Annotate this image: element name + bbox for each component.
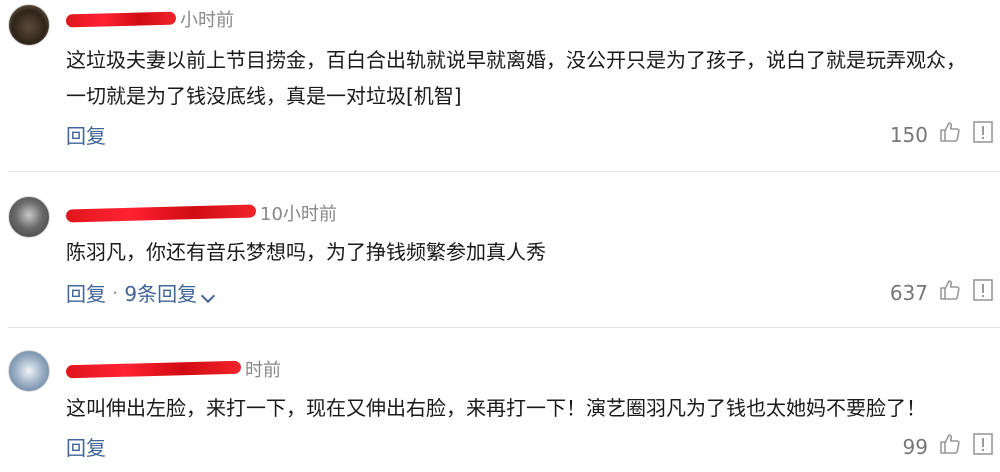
avatar[interactable] — [8, 350, 50, 392]
comment-actions: 回复 — [66, 432, 106, 461]
comment-meta: 时前 — [65, 356, 281, 382]
comment-actions: 回复 — [66, 120, 106, 149]
comment-actions: 回复 · 9条回复 — [66, 278, 216, 307]
chevron-down-icon — [201, 288, 216, 304]
thumbs-up-icon[interactable] — [938, 278, 962, 307]
comment-time: 时前 — [245, 360, 281, 381]
view-replies-button[interactable]: 9条回复 — [124, 278, 216, 307]
comment-meta: 小时前 — [65, 6, 234, 32]
redacted-username — [65, 204, 257, 222]
comment-item: 小时前 这垃圾夫妻以前上节目捞金，百白合出轨就说早就离婚，没公开只是为了孩子，说… — [0, 0, 1000, 172]
comment-stats: 99 — [903, 432, 994, 461]
reply-button[interactable]: 回复 — [66, 278, 106, 307]
thumbs-up-icon[interactable] — [938, 120, 962, 149]
like-count: 637 — [889, 280, 928, 305]
avatar[interactable] — [8, 4, 50, 46]
report-icon[interactable] — [972, 432, 994, 461]
comment-item: 时前 这叫伸出左脸，来打一下，现在又伸出右脸，来再打一下！演艺圈羽凡为了钱也太她… — [0, 328, 1000, 472]
comment-text: 这垃圾夫妻以前上节目捞金，百白合出轨就说早就离婚，没公开只是为了孩子，说白了就是… — [66, 48, 966, 108]
avatar[interactable] — [8, 196, 50, 238]
view-replies-label: 9条回复 — [124, 282, 198, 306]
comment-text: 这叫伸出左脸，来打一下，现在又伸出右脸，来再打一下！演艺圈羽凡为了钱也太她妈不要… — [66, 396, 926, 420]
report-icon[interactable] — [972, 278, 994, 307]
comment-time: 小时前 — [180, 10, 234, 31]
comment-time: 10小时前 — [260, 204, 337, 225]
reply-button[interactable]: 回复 — [66, 120, 106, 149]
comment-item: 10小时前 陈羽凡，你还有音乐梦想吗，为了挣钱频繁参加真人秀 回复 · 9条回复… — [0, 172, 1000, 328]
report-icon[interactable] — [972, 120, 994, 149]
thumbs-up-icon[interactable] — [938, 432, 962, 461]
comment-stats: 150 — [890, 120, 994, 149]
redacted-username — [65, 11, 177, 27]
reply-button[interactable]: 回复 — [66, 432, 106, 461]
comment-text: 陈羽凡，你还有音乐梦想吗，为了挣钱频繁参加真人秀 — [66, 240, 546, 264]
separator-dot: · — [112, 280, 119, 305]
like-count: 150 — [889, 122, 928, 147]
comment-meta: 10小时前 — [65, 200, 337, 226]
comment-stats: 637 — [890, 278, 994, 307]
redacted-username — [65, 360, 242, 378]
like-count: 99 — [902, 434, 928, 459]
